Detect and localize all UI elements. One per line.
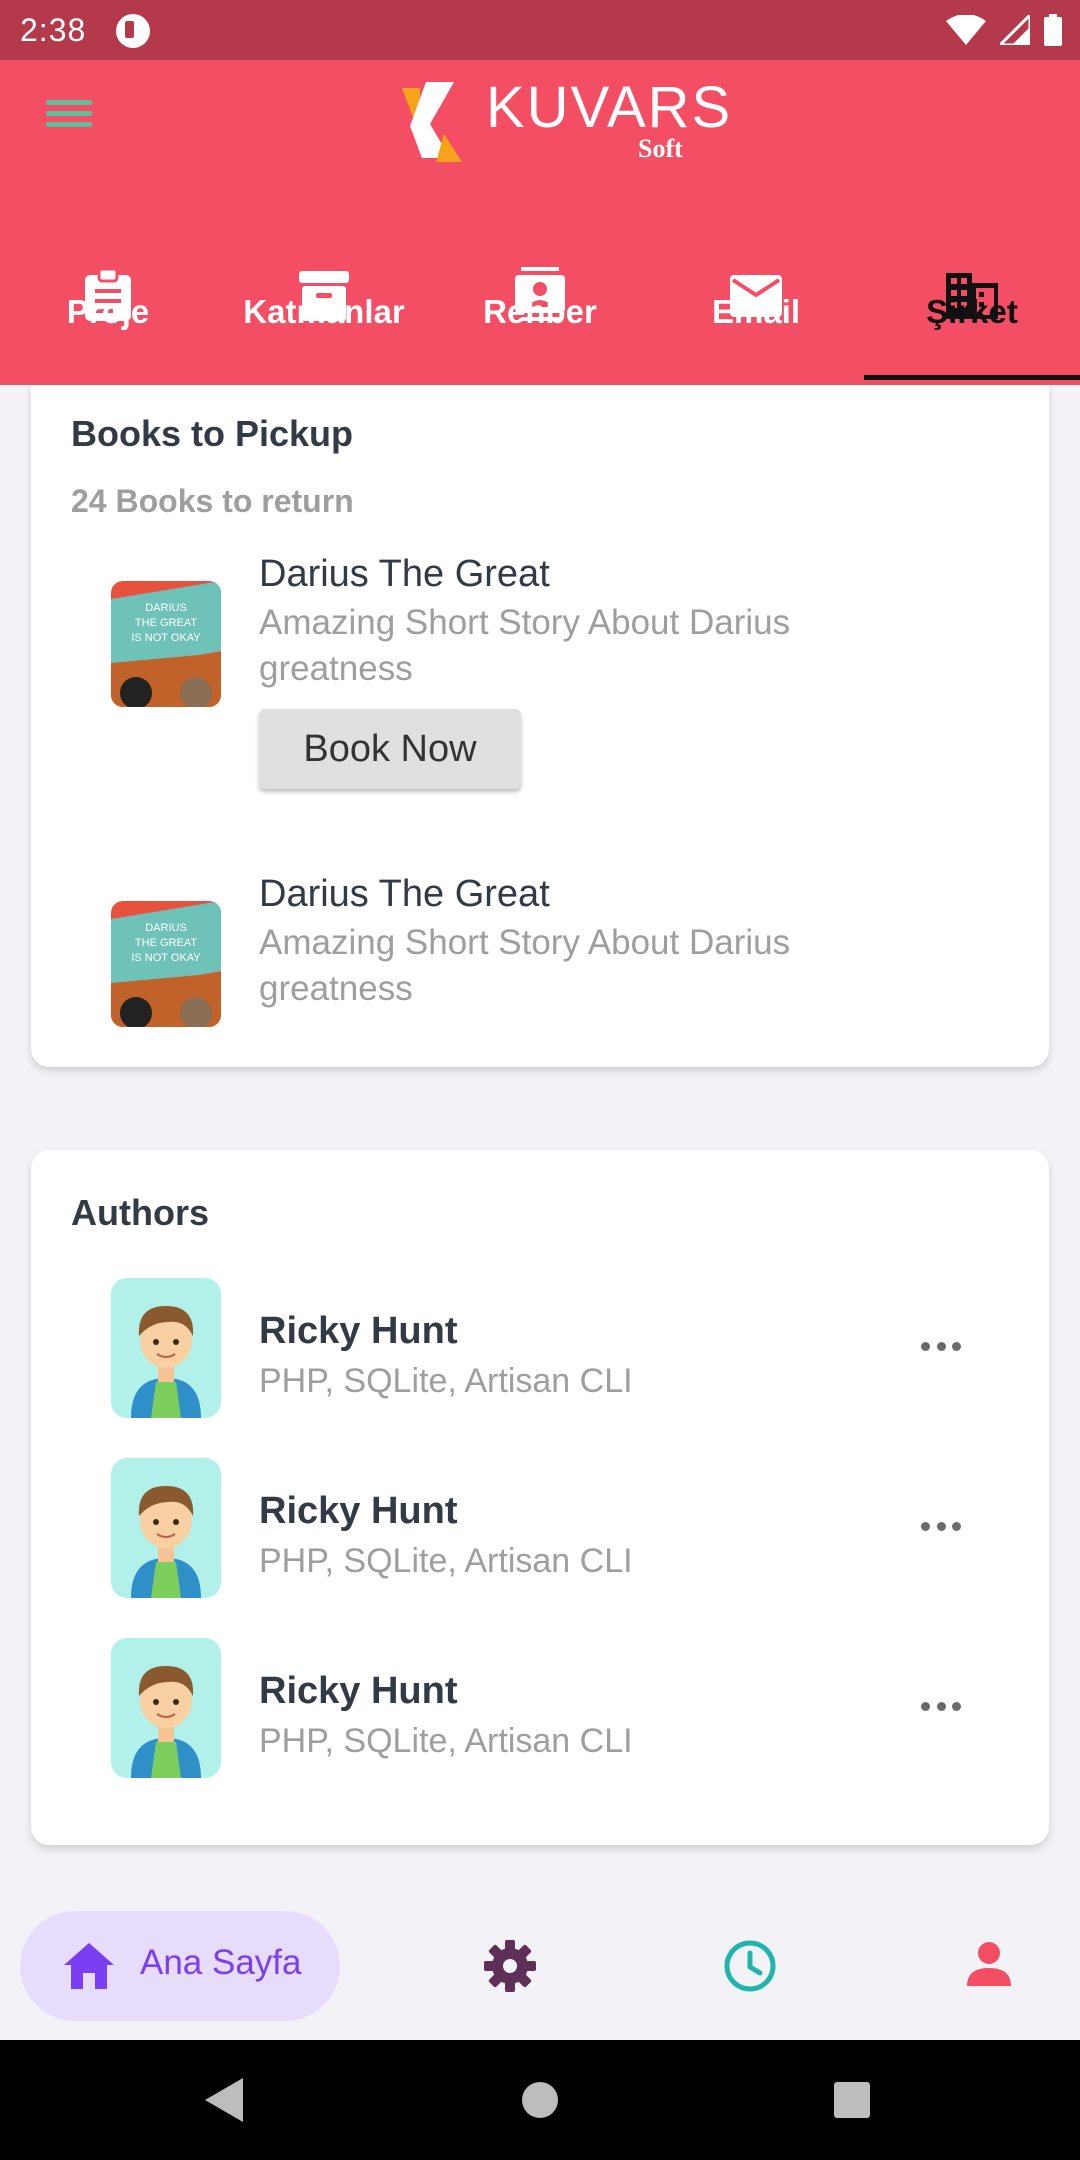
top-tabs: Proje Katmanlar Rehber Email Şirket [0, 205, 1080, 385]
author-name: Ricky Hunt [259, 1310, 458, 1352]
avatar[interactable] [111, 1278, 221, 1418]
cover-text: DARIUS [145, 602, 187, 614]
author-skills: PHP, SQLite, Artisan CLI [259, 1542, 633, 1580]
settings-icon[interactable] [484, 1940, 536, 1992]
book-description: Amazing Short Story About Darius greatne… [259, 923, 791, 1008]
cover-text: DARIUS [145, 922, 187, 934]
system-navigation-bar [0, 2040, 1080, 2160]
book-cover[interactable]: DARIUS THE GREAT IS NOT OKAY [111, 581, 221, 707]
profile-icon[interactable] [967, 1942, 1011, 1986]
books-subtitle: 24 Books to return [71, 483, 354, 519]
book-title: Darius The Great [259, 553, 550, 595]
tab-label: Proje [66, 293, 150, 330]
tab-label: Rehber [483, 293, 597, 330]
more-options-icon[interactable] [911, 1326, 971, 1366]
author-skills: PHP, SQLite, Artisan CLI [259, 1722, 633, 1760]
tab-rehber[interactable]: Rehber [432, 205, 648, 385]
app-header: KUVARS Soft Proje Katmanlar Rehber Email… [0, 60, 1080, 385]
tab-katmanlar[interactable]: Katmanlar [216, 205, 432, 385]
signal-icon [1000, 15, 1030, 45]
more-options-icon[interactable] [911, 1506, 971, 1546]
tab-sirket[interactable]: Şirket [864, 205, 1080, 385]
bottom-navigation: Ana Sayfa [0, 1888, 1080, 2040]
recents-icon[interactable] [834, 2082, 870, 2118]
books-card: Books to Pickup 24 Books to return DARIU… [31, 385, 1049, 1067]
book-title: Darius The Great [259, 873, 550, 915]
boy-avatar-icon [131, 1666, 201, 1778]
more-options-icon[interactable] [911, 1686, 971, 1726]
tab-proje[interactable]: Proje [0, 205, 216, 385]
cover-text: THE GREAT [135, 937, 197, 949]
logo-mark-icon [402, 82, 462, 162]
authors-title: Authors [71, 1192, 209, 1233]
cover-text: IS NOT OKAY [131, 952, 201, 964]
book-now-button[interactable]: Book Now [259, 709, 521, 789]
tab-label: Şirket [926, 293, 1018, 330]
status-bar: 2:38 [0, 0, 1080, 60]
cover-text: IS NOT OKAY [131, 632, 201, 644]
battery-icon [1044, 14, 1062, 46]
authors-card: Authors Ricky Hunt PHP, SQLite, Artisan … [31, 1150, 1049, 1845]
avatar[interactable] [111, 1638, 221, 1778]
wifi-icon [946, 15, 986, 45]
tab-label: Katmanlar [243, 293, 405, 330]
nav-home-label: Ana Sayfa [140, 1943, 302, 1982]
author-name: Ricky Hunt [259, 1490, 458, 1532]
author-skills: PHP, SQLite, Artisan CLI [259, 1362, 633, 1400]
active-tab-indicator [864, 375, 1080, 380]
home-circle-icon[interactable] [522, 2082, 558, 2118]
book-cover-image: DARIUS THE GREAT IS NOT OKAY [111, 901, 221, 1027]
book-cover[interactable]: DARIUS THE GREAT IS NOT OKAY [111, 901, 221, 1027]
tab-label: Email [711, 293, 801, 330]
status-indicators [946, 12, 1062, 48]
boy-avatar-icon [131, 1306, 201, 1418]
notification-app-icon [116, 14, 150, 48]
tab-email[interactable]: Email [648, 205, 864, 385]
author-name: Ricky Hunt [259, 1670, 458, 1712]
avatar[interactable] [111, 1458, 221, 1598]
logo-text: KUVARS [486, 75, 733, 140]
menu-button[interactable] [46, 92, 94, 132]
home-icon [64, 1943, 114, 1989]
cover-text: THE GREAT [135, 617, 197, 629]
boy-avatar-icon [131, 1486, 201, 1598]
book-cover-image: DARIUS THE GREAT IS NOT OKAY [111, 581, 221, 707]
back-icon[interactable] [205, 2078, 245, 2122]
book-description: Amazing Short Story About Darius greatne… [259, 603, 791, 688]
nav-home-button[interactable]: Ana Sayfa [20, 1911, 340, 2021]
logo-subtext: Soft [638, 134, 683, 163]
books-title: Books to Pickup [71, 413, 354, 454]
kuvars-logo: KUVARS Soft [392, 70, 730, 170]
clock-icon[interactable] [723, 1939, 777, 1993]
status-time: 2:38 [20, 12, 87, 48]
